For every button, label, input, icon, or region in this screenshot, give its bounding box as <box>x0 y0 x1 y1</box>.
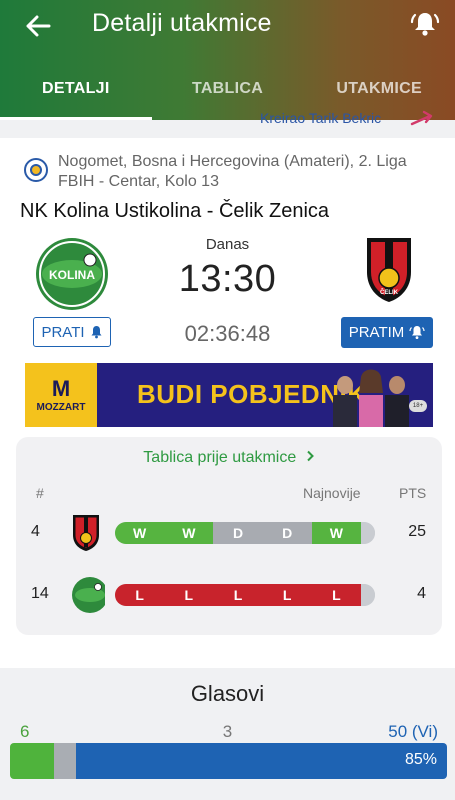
form-result: L <box>262 584 312 606</box>
match-title: NK Kolina Ustikolina - Čelik Zenica <box>20 200 330 222</box>
ad-people-image <box>333 369 409 427</box>
form-strip: L L L L L <box>115 584 375 606</box>
notifications-button[interactable] <box>409 6 441 42</box>
brand-mark: M <box>51 375 71 401</box>
team-logo <box>73 515 99 551</box>
vote-bar[interactable]: 85% <box>10 743 447 779</box>
vote-segment-away[interactable]: 85% <box>75 743 447 779</box>
standings-row[interactable]: 4 W W D D W 25 <box>16 513 442 553</box>
tab-bar: DETALJI TABLICA UTAKMICE <box>0 72 455 120</box>
active-tab-indicator <box>0 117 152 120</box>
team-points: 4 <box>417 585 426 602</box>
vote-away-count: 50 (Vi) <box>388 722 438 741</box>
following-away-button[interactable]: PRATIM <box>341 317 433 348</box>
team-rank: 4 <box>31 523 40 540</box>
column-points-header: PTS <box>399 485 427 501</box>
votes-title: Glasovi <box>190 681 265 706</box>
follow-away-label: PRATIM <box>348 324 405 341</box>
away-team-logo[interactable]: ČELIK <box>363 234 415 304</box>
chevron-right-icon <box>306 450 314 462</box>
form-result: L <box>311 584 362 606</box>
vote-segment-home[interactable] <box>10 743 54 779</box>
ad-banner[interactable]: M MOZZART BUDI POBJEDNIK 18+ <box>25 363 433 427</box>
team-points: 25 <box>408 523 426 540</box>
league-info[interactable]: Nogomet, Bosna i Hercegovina (Amateri), … <box>58 152 438 192</box>
app-header: Detalji utakmice DETALJI TABLICA UTAKMIC… <box>0 0 455 120</box>
bell-ringing-icon <box>409 326 425 339</box>
team-rank: 14 <box>31 585 49 602</box>
back-button[interactable] <box>20 8 56 44</box>
arrow-left-icon <box>26 15 51 37</box>
bell-ringing-icon <box>410 13 440 36</box>
vote-away-percent: 85% <box>404 751 437 768</box>
age-badge: 18+ <box>409 400 427 412</box>
brand-name: MOZZART <box>36 401 86 413</box>
standings-row[interactable]: 14 L L L L L 4 <box>16 575 442 615</box>
team-logo <box>72 577 105 613</box>
league-flag-icon <box>24 158 48 182</box>
swipe-arrow-icon <box>410 110 433 126</box>
form-strip-tail <box>361 584 375 606</box>
standings-link[interactable]: Tablica prije utakmice <box>16 449 442 467</box>
form-result: L <box>164 584 214 606</box>
form-result: D <box>213 522 263 544</box>
away-logo-lettering: ČELIK <box>380 289 399 296</box>
form-strip: W W D D W <box>115 522 375 544</box>
form-result: W <box>115 522 165 544</box>
column-form-header: Najnovije <box>303 485 361 501</box>
standings-link-label: Tablica prije utakmice <box>143 449 297 466</box>
vote-draw-count: 3 <box>222 722 233 741</box>
form-strip-tail <box>361 522 375 544</box>
form-result: L <box>115 584 165 606</box>
form-result: W <box>164 522 214 544</box>
standings-panel: Tablica prije utakmice # Najnovije PTS 4… <box>16 437 442 635</box>
tab-details[interactable]: DETALJI <box>0 72 152 120</box>
form-result: L <box>213 584 263 606</box>
form-result: W <box>311 522 362 544</box>
page-title: Detalji utakmice <box>92 9 272 37</box>
vote-segment-draw[interactable] <box>53 743 76 779</box>
column-rank-header: # <box>36 485 44 501</box>
form-result: D <box>262 522 312 544</box>
author-credit: Kreirao Tarik Bekric <box>260 110 382 126</box>
brand-logo: M MOZZART <box>25 363 97 427</box>
match-card: Nogomet, Bosna i Hercegovina (Amateri), … <box>0 138 455 779</box>
